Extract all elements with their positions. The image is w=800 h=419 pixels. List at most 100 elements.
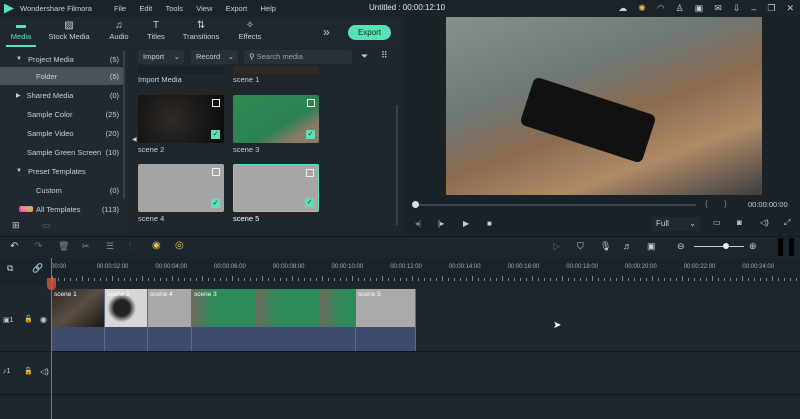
mark-in-icon[interactable]: { (705, 199, 708, 208)
menu-export[interactable]: Export (226, 4, 248, 13)
marker-icon[interactable]: ⛉ (577, 241, 584, 252)
mail-icon[interactable]: ✉ (714, 3, 722, 14)
play-reverse-icon[interactable]: |▸ (438, 219, 444, 228)
display-icon[interactable]: ▭ (713, 218, 721, 227)
cut-icon[interactable]: ✂ (82, 241, 90, 252)
media-thumb-scene-3[interactable]: ✓ (233, 95, 319, 143)
media-scrollbar[interactable] (396, 105, 398, 225)
playhead-handle[interactable] (47, 278, 56, 290)
volume-icon[interactable]: ◁) (760, 218, 769, 227)
panel-toggle-icon[interactable] (778, 238, 794, 256)
menu-help[interactable]: Help (261, 4, 276, 13)
tab-media[interactable]: ▬ Media (6, 17, 36, 47)
prev-frame-icon[interactable]: ◂| (415, 219, 421, 228)
ruler-tick-label: 00:00:20:00 (625, 264, 657, 270)
play-icon[interactable]: ▶ (463, 219, 469, 228)
ruler-tick-mark (796, 278, 797, 281)
preview-progress-bar[interactable] (416, 204, 696, 206)
grid-view-icon[interactable]: ⠿ (381, 50, 388, 61)
more-tabs-icon[interactable]: » (323, 25, 330, 39)
filter-icon[interactable]: ⏷ (361, 51, 368, 62)
timeline-clip-scene-1[interactable]: scene 1 (52, 289, 105, 351)
microphone-icon[interactable]: 🎙 (600, 241, 611, 252)
stop-icon[interactable]: ■ (487, 219, 492, 228)
menu-edit[interactable]: Edit (139, 4, 152, 13)
close-icon[interactable]: ✕ (786, 3, 794, 14)
audio-mixer-icon[interactable]: ♬ (623, 241, 632, 251)
preview-timecode: 00:00:00:00 (748, 200, 788, 209)
ruler-tick-mark (316, 278, 317, 281)
headset-icon[interactable]: ◠ (657, 3, 665, 14)
zoom-in-icon[interactable]: ⊕ (749, 241, 757, 252)
sidebar-item-all-templates[interactable]: New All Templates (113) (0, 200, 124, 218)
tab-transitions[interactable]: ⇅ Transitions (181, 17, 221, 47)
sidebar-item-preset-templates[interactable]: ▼ Preset Templates (0, 162, 124, 180)
lightbulb-icon[interactable]: ✺ (638, 3, 646, 14)
add-track-icon[interactable]: ⧉ (7, 263, 13, 274)
sidebar-item-folder[interactable]: Folder (5) (0, 67, 124, 85)
sidebar-item-project-media[interactable]: ▼ Project Media (5) (0, 50, 124, 68)
minimize-icon[interactable]: – (751, 4, 756, 14)
save-icon[interactable]: ▣ (695, 3, 704, 14)
render-icon[interactable]: ▷ (553, 241, 560, 252)
sidebar-scrollbar[interactable] (123, 51, 125, 199)
tab-audio[interactable]: ♫ Audio (104, 17, 134, 47)
ruler-tick-mark (154, 278, 155, 281)
auto-fit-icon[interactable]: ▣ (647, 241, 656, 252)
color-match-icon[interactable]: ◉ (152, 240, 161, 251)
menu-view[interactable]: View (196, 4, 212, 13)
sidebar-item-sample-color[interactable]: Sample Color (25) (0, 105, 124, 123)
export-button[interactable]: Export (348, 25, 391, 40)
sidebar-item-custom[interactable]: Custom (0) (0, 181, 124, 199)
media-thumb-scene-2[interactable]: ✓ (138, 95, 224, 143)
mark-out-icon[interactable]: } (724, 199, 727, 208)
import-dropdown[interactable]: Import ⌄ (138, 50, 184, 64)
lock-icon[interactable]: 🔓 (24, 367, 33, 375)
ruler-tick-mark (598, 278, 599, 281)
import-media-thumb[interactable] (138, 66, 224, 74)
search-media-input[interactable]: ⚲ Search media (244, 50, 352, 64)
preview-progress-handle[interactable] (412, 201, 419, 208)
tab-effects[interactable]: ✧ Effects (235, 17, 265, 47)
timeline-ruler[interactable]: 00:00 00:00:02:00 00:00:04:00 00:00:06:00 00… (50, 258, 800, 286)
download-icon[interactable]: ⇩ (733, 3, 741, 14)
timeline-clip-scene-2[interactable]: scene 2 (105, 289, 148, 351)
quality-dropdown[interactable]: Full ⌄ (652, 217, 700, 231)
visibility-icon[interactable]: ◉ (40, 315, 47, 324)
adjust-icon[interactable]: ☰ (106, 241, 114, 252)
account-icon[interactable]: ♙ (676, 3, 684, 14)
tab-titles[interactable]: T Titles (142, 17, 170, 47)
cloud-icon[interactable]: ☁ (618, 3, 627, 14)
tab-stock-media[interactable]: ▨ Stock Media (47, 17, 91, 47)
restore-icon[interactable]: ❐ (767, 3, 775, 14)
ruler-tick-mark (358, 278, 359, 281)
new-folder-icon[interactable]: ⊞ (12, 220, 20, 231)
record-dropdown[interactable]: Record ⌄ (191, 50, 238, 64)
redo-icon[interactable]: ↷ (34, 241, 42, 252)
zoom-slider[interactable] (694, 246, 744, 247)
speed-icon[interactable]: ◎ (175, 240, 184, 251)
link-icon[interactable]: 🔗 (32, 263, 43, 274)
snapshot-icon[interactable]: ◙ (737, 218, 742, 227)
timeline-clip-scene-5[interactable]: scene 5 (356, 289, 416, 351)
media-thumb-scene-1[interactable] (233, 66, 319, 74)
menu-file[interactable]: File (114, 4, 126, 13)
zoom-out-icon[interactable]: ⊖ (677, 241, 685, 252)
fullscreen-icon[interactable]: ⤢ (784, 218, 790, 228)
undo-icon[interactable]: ↶ (10, 241, 18, 252)
split-audio-icon[interactable]: ⫶ (129, 241, 131, 252)
sidebar-item-sample-green-screen[interactable]: Sample Green Screen (10) (0, 143, 124, 161)
folder-icon[interactable]: ▭ (42, 220, 51, 231)
sidebar-item-sample-video[interactable]: Sample Video (20) (0, 124, 124, 142)
timeline-clip-scene-3[interactable]: scene 3 (192, 289, 356, 351)
timeline-clip-scene-4[interactable]: scene 4 (148, 289, 192, 351)
sidebar-item-shared-media[interactable]: ▶ Shared Media (0) (0, 86, 124, 104)
media-thumb-scene-5[interactable]: ✓ (233, 164, 319, 212)
zoom-slider-handle[interactable] (723, 243, 729, 249)
collapse-panel-icon[interactable]: ◀ (132, 136, 137, 143)
menu-tools[interactable]: Tools (165, 4, 183, 13)
mute-icon[interactable]: ◁) (40, 367, 49, 376)
media-thumb-scene-4[interactable]: ✓ (138, 164, 224, 212)
delete-icon[interactable]: 🗑 (58, 241, 69, 252)
lock-icon[interactable]: 🔓 (24, 315, 33, 323)
